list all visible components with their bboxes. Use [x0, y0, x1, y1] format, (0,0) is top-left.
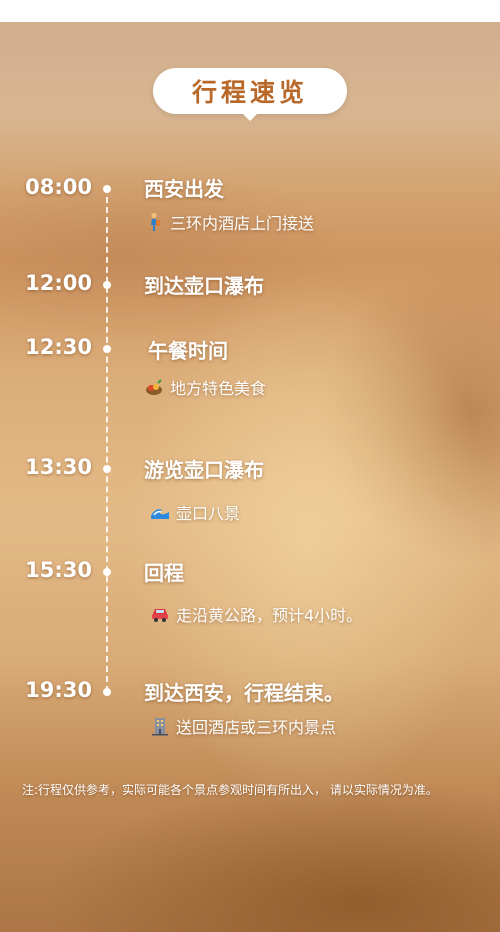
- event-detail-text: 地方特色美食: [170, 379, 267, 398]
- event-detail: 壶口八景: [150, 500, 240, 524]
- wave-icon: [151, 509, 169, 519]
- event-detail: 送回酒店或三环内景点: [150, 714, 336, 738]
- person-walking-icon: [151, 213, 160, 231]
- disclaimer-note: 注:行程仅供参考，实际可能各个景点参观时间有所出入， 请以实际情况为准。: [22, 783, 438, 797]
- time-1930: 19:30: [25, 678, 92, 702]
- event-detail-text: 壶口八景: [176, 504, 241, 523]
- event-detail-text: 走沿黄公路，预计4小时。: [176, 606, 363, 625]
- timeline-line: [106, 187, 108, 692]
- time-1200: 12:00: [25, 271, 92, 295]
- timeline-dot: [103, 281, 111, 289]
- timeline-dot: [103, 688, 111, 696]
- event-detail-text: 三环内酒店上门接送: [170, 214, 315, 233]
- event-title: 回程: [144, 561, 184, 585]
- time-1530: 15:30: [25, 558, 92, 582]
- event-title: 到达西安，行程结束。: [144, 681, 344, 705]
- event-detail: 地方特色美食: [144, 375, 266, 399]
- building-icon: [152, 718, 168, 736]
- event-detail-text: 送回酒店或三环内景点: [176, 718, 337, 737]
- timeline-dot: [103, 568, 111, 576]
- event-detail: 走沿黄公路，预计4小时。: [150, 602, 362, 626]
- page-title: 行程速览: [191, 78, 308, 107]
- event-title: 西安出发: [144, 177, 224, 201]
- event-title: 游览壶口瀑布: [144, 458, 264, 482]
- time-1230: 12:30: [25, 335, 92, 359]
- event-detail: 三环内酒店上门接送: [144, 210, 314, 234]
- event-title: 到达壶口瀑布: [144, 274, 264, 298]
- poster-background: 行程速览 08:00 西安出发 三环内酒店上门接送 12:00 到达壶口瀑布 1…: [0, 22, 500, 932]
- timeline-dot: [103, 465, 111, 473]
- car-icon: [152, 609, 168, 622]
- time-1330: 13:30: [25, 455, 92, 479]
- timeline-dot: [103, 185, 111, 193]
- time-0800: 08:00: [25, 175, 92, 199]
- timeline-dot: [103, 345, 111, 353]
- food-icon: [146, 379, 162, 395]
- title-banner: 行程速览: [153, 68, 347, 121]
- event-title: 午餐时间: [148, 339, 228, 363]
